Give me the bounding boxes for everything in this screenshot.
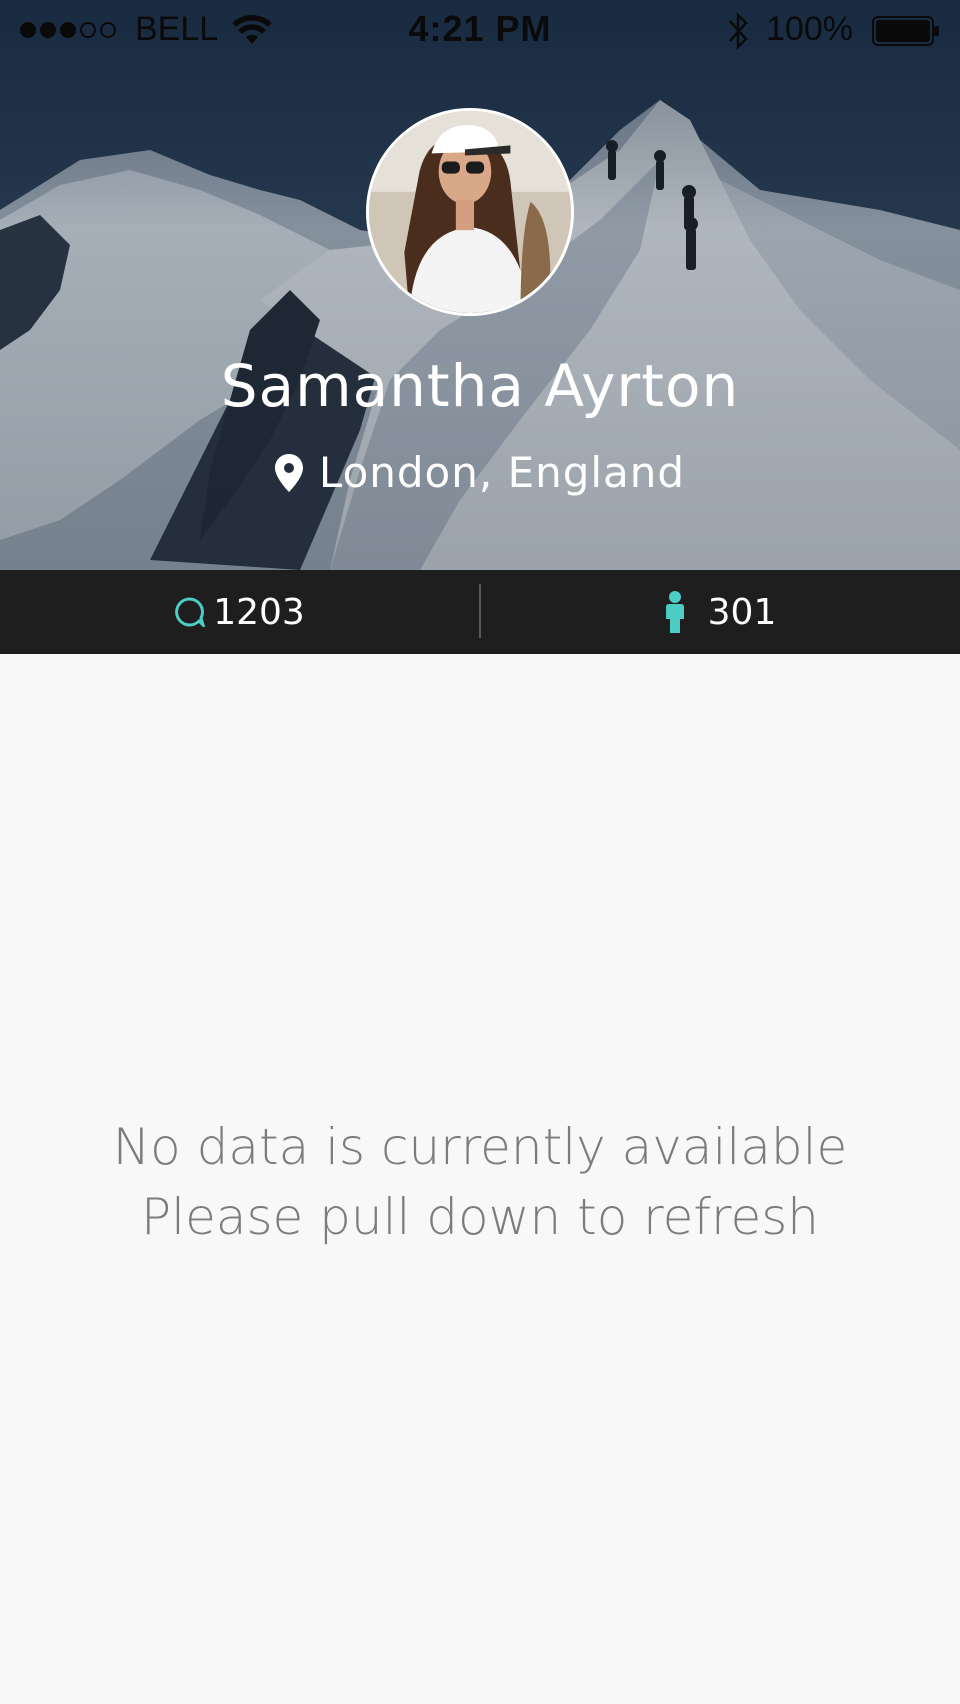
empty-state-message: No data is currently available Please pu… [0, 1112, 960, 1252]
followers-stat[interactable]: 301 [480, 570, 960, 654]
stats-bar: 1203 301 [0, 570, 960, 654]
avatar-photo [369, 111, 571, 313]
map-pin-icon [274, 453, 303, 492]
profile-location: London, England [0, 448, 960, 497]
status-bar: BELL 4:21 PM 100% [0, 0, 960, 60]
speech-bubble-icon [175, 597, 206, 627]
empty-state-line-1: No data is currently available [112, 1118, 848, 1176]
person-icon [664, 591, 686, 633]
profile-name: Samantha Ayrton [220, 352, 740, 420]
profile-screen: BELL 4:21 PM 100% Samantha Ayrton London… [0, 0, 960, 1704]
location-text: London, England [318, 448, 686, 497]
stats-divider [479, 584, 481, 638]
bluetooth-icon [729, 11, 748, 51]
profile-header: BELL 4:21 PM 100% Samantha Ayrton London… [0, 0, 960, 570]
battery-percent: 100% [766, 10, 853, 48]
empty-state-line-2: Please pull down to refresh [141, 1188, 819, 1246]
followers-count: 301 [707, 591, 777, 633]
comments-stat[interactable]: 1203 [0, 570, 480, 654]
battery-icon [872, 16, 939, 46]
profile-avatar[interactable] [366, 108, 574, 316]
comments-count: 1203 [213, 591, 305, 633]
